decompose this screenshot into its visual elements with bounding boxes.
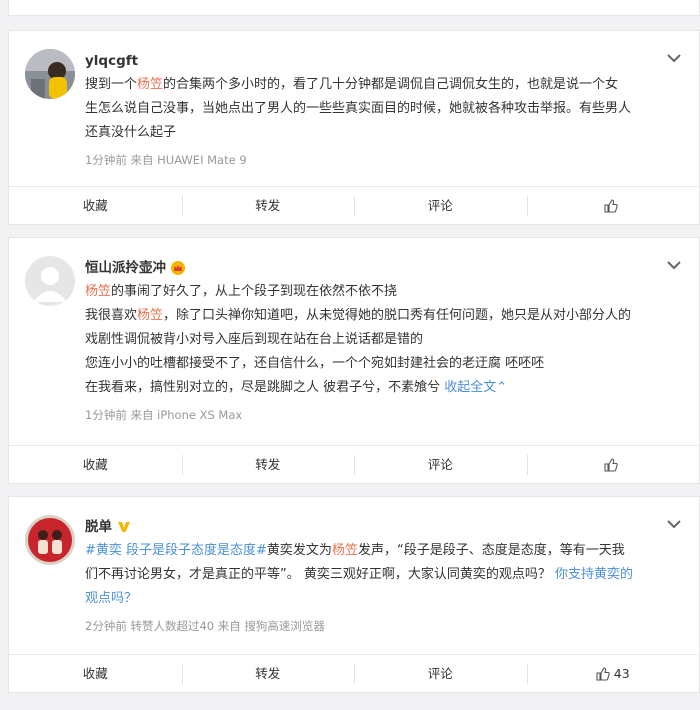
chevron-down-icon[interactable] bbox=[665, 258, 683, 272]
thumbs-up-icon bbox=[604, 198, 618, 213]
post-meta: 1分钟前 来自 HUAWEI Mate 9 bbox=[85, 153, 247, 167]
previous-post-card-edge bbox=[8, 0, 700, 16]
avatar[interactable] bbox=[25, 49, 75, 99]
post-meta: 1分钟前 来自 iPhone XS Max bbox=[85, 408, 243, 422]
text-segment: 还真没什么起子 bbox=[85, 125, 177, 140]
like-button[interactable] bbox=[526, 454, 700, 475]
like-button[interactable]: 43 bbox=[526, 663, 700, 684]
text-segment: 搜到一个 bbox=[85, 77, 138, 92]
text-link[interactable]: #黄奕 段子是段子态度是态度# bbox=[85, 543, 267, 558]
post-text-line: 在我看来，搞性别对立的，尽是跳脚之人 彼君子兮，不素飧兮 收起全文⌃ bbox=[85, 376, 677, 400]
text-segment: 戏剧性调侃被背小对号入座后到现在站在台上说话都是错的 bbox=[85, 332, 424, 347]
text-segment: 您连小小的吐槽都接受不了，还自信什么，一个个宛如封建社会的老迂腐 呸呸呸 bbox=[85, 356, 545, 371]
post-card: 脱单 #黄奕 段子是段子态度是态度#黄奕发文为杨笠发声，“段子是段子、态度是态度… bbox=[8, 496, 700, 693]
action-bar: 收藏 转发 评论 bbox=[9, 445, 699, 483]
text-link[interactable]: ⌃ bbox=[496, 380, 507, 395]
post-meta: 2分钟前 转赞人数超过40 来自 搜狗高速浏览器 bbox=[85, 619, 325, 633]
post-text-line: 搜到一个杨笠的合集两个多小时的，看了几十分钟都是调侃自己调侃女生的，也就是说一个… bbox=[85, 73, 677, 97]
text-segment: 们不再讨论男女，才是真正的平等”。 黄奕三观好正啊，大家认同黄奕的观点吗？ bbox=[85, 567, 556, 582]
post-text-line: 我很喜欢杨笠，除了口头禅你知道吧，从未觉得她的脱口秀有任何问题，她只是从对小部分… bbox=[85, 304, 677, 328]
text-segment: 在我看来，搞性别对立的，尽是跳脚之人 彼君子兮，不素飧兮 bbox=[85, 380, 445, 395]
username[interactable]: 恒山派拎壶冲 bbox=[85, 256, 677, 280]
avatar[interactable] bbox=[25, 515, 75, 565]
collect-button[interactable]: 收藏 bbox=[9, 664, 182, 684]
post-text-line: 观点吗？ bbox=[85, 587, 677, 611]
thumbs-up-icon bbox=[596, 666, 610, 681]
text-segment: 黄奕发文为 bbox=[266, 543, 332, 558]
post-text: 杨笠的事闹了好久了，从上个段子到现在依然不依不挠 我很喜欢杨笠，除了口头禅你知道吧… bbox=[85, 280, 677, 400]
default-avatar-icon bbox=[25, 256, 75, 306]
collect-button[interactable]: 收藏 bbox=[9, 455, 182, 475]
text-segment: 的合集两个多小时的，看了几十分钟都是调侃自己调侃女生的，也就是说一个女 bbox=[163, 77, 619, 92]
text-segment: 我很喜欢 bbox=[85, 308, 138, 323]
post-card: ylqcgft 搜到一个杨笠的合集两个多小时的，看了几十分钟都是调侃自己调侃女生… bbox=[8, 30, 700, 225]
comment-button[interactable]: 评论 bbox=[354, 195, 527, 216]
text-link[interactable]: 观点吗？ bbox=[85, 591, 137, 606]
avatar[interactable] bbox=[25, 256, 75, 306]
keyword-highlight[interactable]: 杨笠 bbox=[137, 308, 163, 323]
keyword-highlight[interactable]: 杨笠 bbox=[332, 543, 358, 558]
chevron-down-icon[interactable] bbox=[665, 517, 683, 531]
keyword-highlight[interactable]: 杨笠 bbox=[137, 77, 163, 92]
post-text-line: 生怎么说自己没事，当她点出了男人的一些些真实面目的时候，她就被各种攻击举报。有些… bbox=[85, 97, 677, 121]
chevron-down-icon[interactable] bbox=[665, 51, 683, 65]
post-card: 恒山派拎壶冲 杨笠的事闹了好久了，从上个段子到现在依然不依不挠 我很喜欢杨笠，除了… bbox=[8, 237, 700, 484]
username[interactable]: ylqcgft bbox=[85, 49, 677, 73]
post-text-line: 杨笠的事闹了好久了，从上个段子到现在依然不依不挠 bbox=[85, 280, 677, 304]
repost-button[interactable]: 转发 bbox=[181, 195, 355, 216]
action-bar: 收藏 转发 评论 43 bbox=[9, 654, 699, 692]
post-text-line: 戏剧性调侃被背小对号入座后到现在站在台上说话都是错的 bbox=[85, 328, 677, 352]
username[interactable]: 脱单 bbox=[85, 515, 677, 539]
repost-button[interactable]: 转发 bbox=[181, 663, 355, 684]
text-link[interactable]: 你支持黄奕的 bbox=[555, 567, 633, 582]
crown-icon[interactable] bbox=[171, 261, 185, 275]
comment-button[interactable]: 评论 bbox=[354, 663, 527, 684]
post-text-line: 您连小小的吐槽都接受不了，还自信什么，一个个宛如封建社会的老迂腐 呸呸呸 bbox=[85, 352, 677, 376]
post-text-line: 还真没什么起子 bbox=[85, 121, 677, 145]
like-button[interactable] bbox=[526, 195, 700, 216]
text-segment: 发声，“段子是段子、态度是态度，等有一天我 bbox=[357, 543, 625, 558]
repost-button[interactable]: 转发 bbox=[181, 454, 355, 475]
like-count: 43 bbox=[613, 665, 630, 681]
text-link[interactable]: 收起全文 bbox=[444, 380, 496, 395]
thumbs-up-icon bbox=[604, 457, 618, 472]
text-segment: 的事闹了好久了，从上个段子到现在依然不依不挠 bbox=[111, 284, 398, 299]
comment-button[interactable]: 评论 bbox=[354, 454, 527, 475]
collect-button[interactable]: 收藏 bbox=[9, 196, 182, 216]
post-text-line: #黄奕 段子是段子态度是态度#黄奕发文为杨笠发声，“段子是段子、态度是态度，等有… bbox=[85, 539, 677, 563]
text-segment: 生怎么说自己没事，当她点出了男人的一些些真实面目的时候，她就被各种攻击举报。有些… bbox=[85, 101, 632, 116]
text-segment: ，除了口头禅你知道吧，从未觉得她的脱口秀有任何问题，她只是从对小部分人的 bbox=[163, 308, 632, 323]
post-text: 搜到一个杨笠的合集两个多小时的，看了几十分钟都是调侃自己调侃女生的，也就是说一个… bbox=[85, 73, 677, 145]
post-text-line: 们不再讨论男女，才是真正的平等”。 黄奕三观好正啊，大家认同黄奕的观点吗？ 你支… bbox=[85, 563, 677, 587]
avatar-image bbox=[25, 515, 75, 565]
post-text: #黄奕 段子是段子态度是态度#黄奕发文为杨笠发声，“段子是段子、态度是态度，等有… bbox=[85, 539, 677, 611]
avatar-image bbox=[25, 49, 75, 99]
verified-v-icon[interactable] bbox=[117, 520, 131, 534]
action-bar: 收藏 转发 评论 bbox=[9, 186, 699, 224]
keyword-highlight[interactable]: 杨笠 bbox=[85, 284, 111, 299]
